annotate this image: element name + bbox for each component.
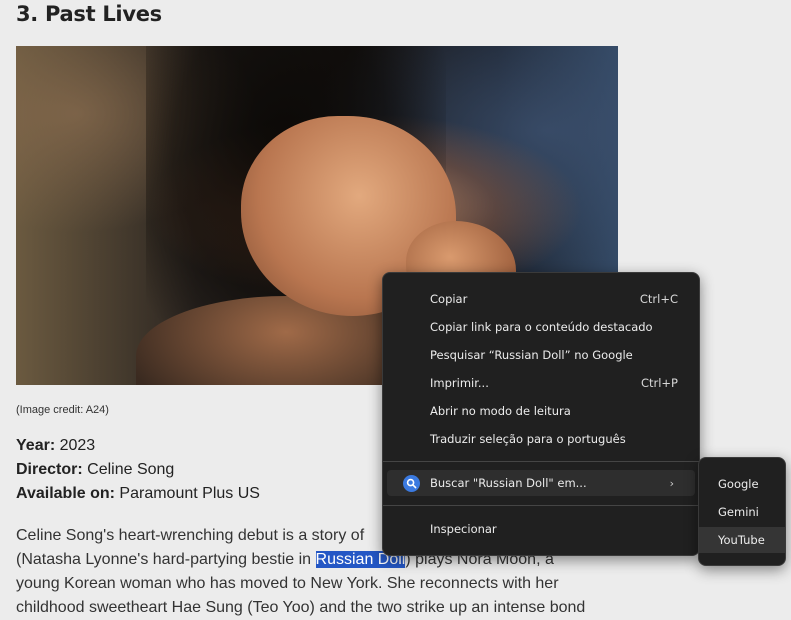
chevron-right-icon: ›	[669, 476, 674, 490]
menu-item-print[interactable]: Imprimir... Ctrl+P	[383, 370, 699, 396]
submenu-item-google[interactable]: Google	[699, 471, 785, 497]
shortcut-copy: Ctrl+C	[639, 292, 678, 306]
submenu-item-youtube[interactable]: YouTube	[699, 527, 785, 553]
menu-item-translate[interactable]: Traduzir seleção para o português	[383, 426, 699, 452]
meta-year: Year: 2023	[16, 437, 96, 454]
meta-available-on: Available on: Paramount Plus US	[16, 485, 260, 502]
search-engine-submenu: Google Gemini YouTube	[698, 457, 786, 566]
menu-divider	[383, 461, 699, 462]
submenu-item-gemini[interactable]: Gemini	[699, 499, 785, 525]
search-icon	[403, 474, 420, 492]
shortcut-print: Ctrl+P	[640, 376, 678, 390]
menu-item-inspect[interactable]: Inspecionar	[383, 516, 699, 542]
menu-item-copy-link-highlight[interactable]: Copiar link para o conteúdo destacado	[383, 314, 699, 340]
context-menu: Copiar Ctrl+C Copiar link para o conteúd…	[382, 272, 700, 556]
image-credit: (Image credit: A24)	[16, 404, 109, 416]
menu-item-search-in[interactable]: Buscar "Russian Doll" em... ›	[387, 470, 695, 496]
article-heading: 3. Past Lives	[16, 2, 162, 26]
menu-item-reading-mode[interactable]: Abrir no modo de leitura	[383, 398, 699, 424]
menu-item-search-google[interactable]: Pesquisar “Russian Doll” no Google	[383, 342, 699, 368]
meta-director: Director: Celine Song	[16, 461, 175, 478]
menu-divider	[383, 505, 699, 506]
menu-item-copy[interactable]: Copiar Ctrl+C	[383, 286, 699, 312]
